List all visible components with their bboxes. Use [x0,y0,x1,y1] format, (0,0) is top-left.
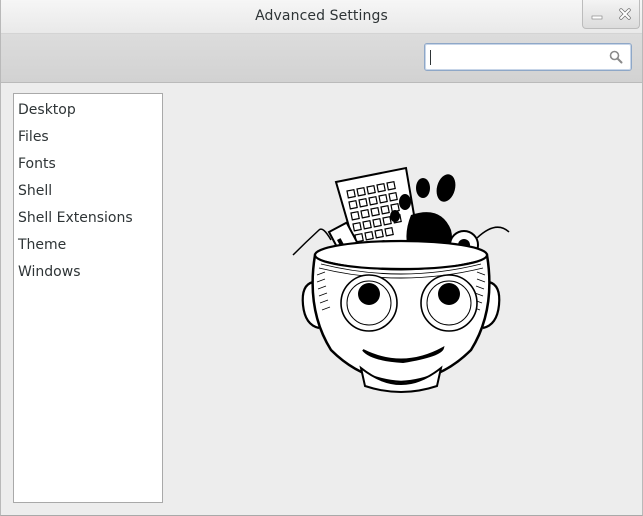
right-eye [420,274,478,332]
window-title: Advanced Settings [255,8,388,24]
tweak-tool-mascot [292,166,510,393]
sidebar-item-fonts[interactable]: Fonts [14,151,162,178]
close-icon [619,8,631,20]
search-box[interactable] [424,43,632,71]
search-input[interactable] [429,47,599,67]
sidebar-item-desktop[interactable]: Desktop [14,97,162,124]
sidebar-list: Desktop Files Fonts Shell Shell Extensio… [14,94,162,286]
close-button[interactable] [611,0,639,28]
sidebar: Desktop Files Fonts Shell Shell Extensio… [13,93,163,503]
title-bar[interactable]: Advanced Settings [1,0,642,34]
sidebar-item-shell-extensions[interactable]: Shell Extensions [14,205,162,232]
search-icon[interactable] [609,50,623,64]
sidebar-item-theme[interactable]: Theme [14,232,162,259]
window-controls [582,0,640,29]
minimize-icon [591,15,603,20]
sidebar-item-files[interactable]: Files [14,124,162,151]
robot-head [301,239,501,393]
sidebar-item-shell[interactable]: Shell [14,178,162,205]
text-cursor [430,50,431,65]
minimize-button[interactable] [583,0,611,28]
left-eye [340,274,398,332]
toolbar [1,34,642,83]
app-window: Advanced Settings Desktop Files Fonts Sh… [0,0,643,516]
sidebar-item-windows[interactable]: Windows [14,259,162,286]
